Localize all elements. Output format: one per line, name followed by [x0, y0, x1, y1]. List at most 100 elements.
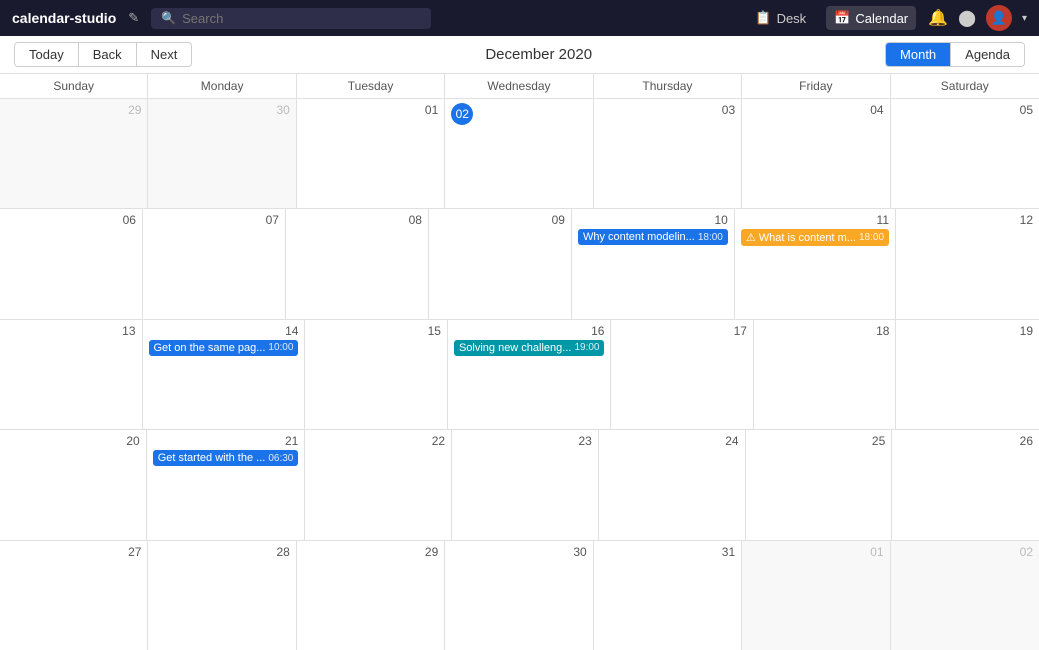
day-cell[interactable]: 29	[297, 541, 445, 650]
event-time: 06:30	[268, 453, 293, 464]
agenda-view-button[interactable]: Agenda	[951, 43, 1024, 66]
week-row: 20 21 Get started with the ...06:30 2223 24 2…	[0, 430, 1039, 540]
day-number: 02	[451, 103, 473, 125]
day-cell[interactable]: 12	[896, 209, 1039, 318]
day-cell[interactable]: 29	[0, 99, 148, 208]
edit-icon[interactable]: ✎	[128, 10, 139, 26]
search-icon: 🔍	[161, 11, 176, 25]
day-cell[interactable]: 05	[891, 99, 1039, 208]
day-cell[interactable]: 25	[746, 430, 893, 539]
day-headers: SundayMondayTuesdayWednesdayThursdayFrid…	[0, 74, 1039, 99]
day-number: 12	[902, 213, 1033, 227]
calendar-event[interactable]: ⚠ What is content m...18:00	[741, 229, 889, 246]
chevron-down-icon[interactable]: ▾	[1022, 13, 1027, 24]
calendar-event[interactable]: Why content modelin...18:00	[578, 229, 728, 245]
day-cell[interactable]: 04	[742, 99, 890, 208]
circle-icon[interactable]: ⬤	[958, 8, 976, 28]
day-cell[interactable]: 13	[0, 320, 143, 429]
day-number: 08	[292, 213, 422, 227]
day-number: 29	[6, 103, 141, 117]
day-header: Tuesday	[297, 74, 445, 98]
event-time: 18:00	[698, 232, 723, 243]
day-cell[interactable]: 26	[892, 430, 1039, 539]
search-input[interactable]	[182, 11, 421, 26]
avatar-placeholder: 👤	[991, 10, 1007, 26]
day-number: 07	[149, 213, 279, 227]
day-number: 27	[6, 545, 141, 559]
calendar-label: Calendar	[855, 11, 908, 26]
day-cell[interactable]: 11⚠ What is content m...18:00	[735, 209, 896, 318]
day-cell[interactable]: 02	[891, 541, 1039, 650]
day-header: Thursday	[594, 74, 742, 98]
day-cell[interactable]: 02	[445, 99, 593, 208]
day-number: 30	[451, 545, 586, 559]
day-cell[interactable]: 15	[305, 320, 448, 429]
event-time: 19:00	[574, 342, 599, 353]
day-cell[interactable]: 31	[594, 541, 742, 650]
day-cell[interactable]: 20	[0, 430, 147, 539]
avatar[interactable]: 👤	[986, 5, 1012, 31]
day-cell[interactable]: 16Solving new challeng...19:00	[448, 320, 612, 429]
day-cell[interactable]: 30	[445, 541, 593, 650]
day-number: 05	[897, 103, 1033, 117]
day-number: 01	[748, 545, 883, 559]
calendar-event[interactable]: Get started with the ...06:30	[153, 450, 299, 466]
calendar-event[interactable]: Solving new challeng...19:00	[454, 340, 605, 356]
desk-nav[interactable]: 📋 Desk	[747, 6, 814, 30]
day-cell[interactable]: 14Get on the same pag...10:00	[143, 320, 306, 429]
day-cell[interactable]: 23	[452, 430, 599, 539]
back-button[interactable]: Back	[79, 43, 137, 66]
day-cell[interactable]: 22	[305, 430, 452, 539]
calendar-nav[interactable]: 📅 Calendar	[826, 6, 916, 30]
day-cell[interactable]: 21 Get started with the ...06:30	[147, 430, 306, 539]
day-cell[interactable]: 19	[896, 320, 1039, 429]
notifications-icon[interactable]: 🔔	[928, 8, 948, 28]
day-cell[interactable]: 10Why content modelin...18:00	[572, 209, 735, 318]
day-number: 28	[154, 545, 289, 559]
day-cell[interactable]: 01	[742, 541, 890, 650]
nav-button-group: Today Back Next	[14, 42, 192, 67]
next-button[interactable]: Next	[137, 43, 192, 66]
day-cell[interactable]: 01	[297, 99, 445, 208]
day-cell[interactable]: 03	[594, 99, 742, 208]
day-header: Wednesday	[445, 74, 593, 98]
week-row: 06 07 08 09 10Why content modelin...18:0011⚠…	[0, 209, 1039, 319]
day-cell[interactable]: 18	[754, 320, 897, 429]
day-number: 18	[760, 324, 890, 338]
day-number: 24	[605, 434, 739, 448]
view-button-group: Month Agenda	[885, 42, 1025, 67]
day-header: Sunday	[0, 74, 148, 98]
day-number: 21	[153, 434, 299, 448]
event-label: Why content modelin...	[583, 231, 695, 243]
day-cell[interactable]: 27	[0, 541, 148, 650]
calendar-icon: 📅	[834, 10, 850, 26]
day-number: 06	[6, 213, 136, 227]
day-cell[interactable]: 06	[0, 209, 143, 318]
calendar-grid: SundayMondayTuesdayWednesdayThursdayFrid…	[0, 74, 1039, 650]
event-label: Get on the same pag...	[154, 342, 266, 354]
day-cell[interactable]: 07	[143, 209, 286, 318]
month-view-button[interactable]: Month	[886, 43, 951, 66]
calendar-event[interactable]: Get on the same pag...10:00	[149, 340, 299, 356]
day-header: Saturday	[891, 74, 1039, 98]
week-row: 27 28 29 30 31 01 02	[0, 541, 1039, 650]
desk-label: Desk	[777, 11, 807, 26]
today-button[interactable]: Today	[15, 43, 79, 66]
day-cell[interactable]: 08	[286, 209, 429, 318]
day-cell[interactable]: 09	[429, 209, 572, 318]
week-row: 29 30 01 02 0304 05	[0, 99, 1039, 209]
day-number: 01	[303, 103, 438, 117]
event-label: Solving new challeng...	[459, 342, 572, 354]
day-number: 31	[600, 545, 735, 559]
day-cell[interactable]: 24	[599, 430, 746, 539]
day-cell[interactable]: 17	[611, 320, 754, 429]
day-cell[interactable]: 30	[148, 99, 296, 208]
search-bar[interactable]: 🔍	[151, 8, 431, 29]
day-number: 09	[435, 213, 565, 227]
month-title: December 2020	[192, 46, 885, 63]
topbar: calendar-studio ✎ 🔍 📋 Desk 📅 Calendar 🔔 …	[0, 0, 1039, 36]
day-number: 26	[898, 434, 1033, 448]
day-cell[interactable]: 28	[148, 541, 296, 650]
day-header: Friday	[742, 74, 890, 98]
event-time: 18:00	[859, 232, 884, 243]
